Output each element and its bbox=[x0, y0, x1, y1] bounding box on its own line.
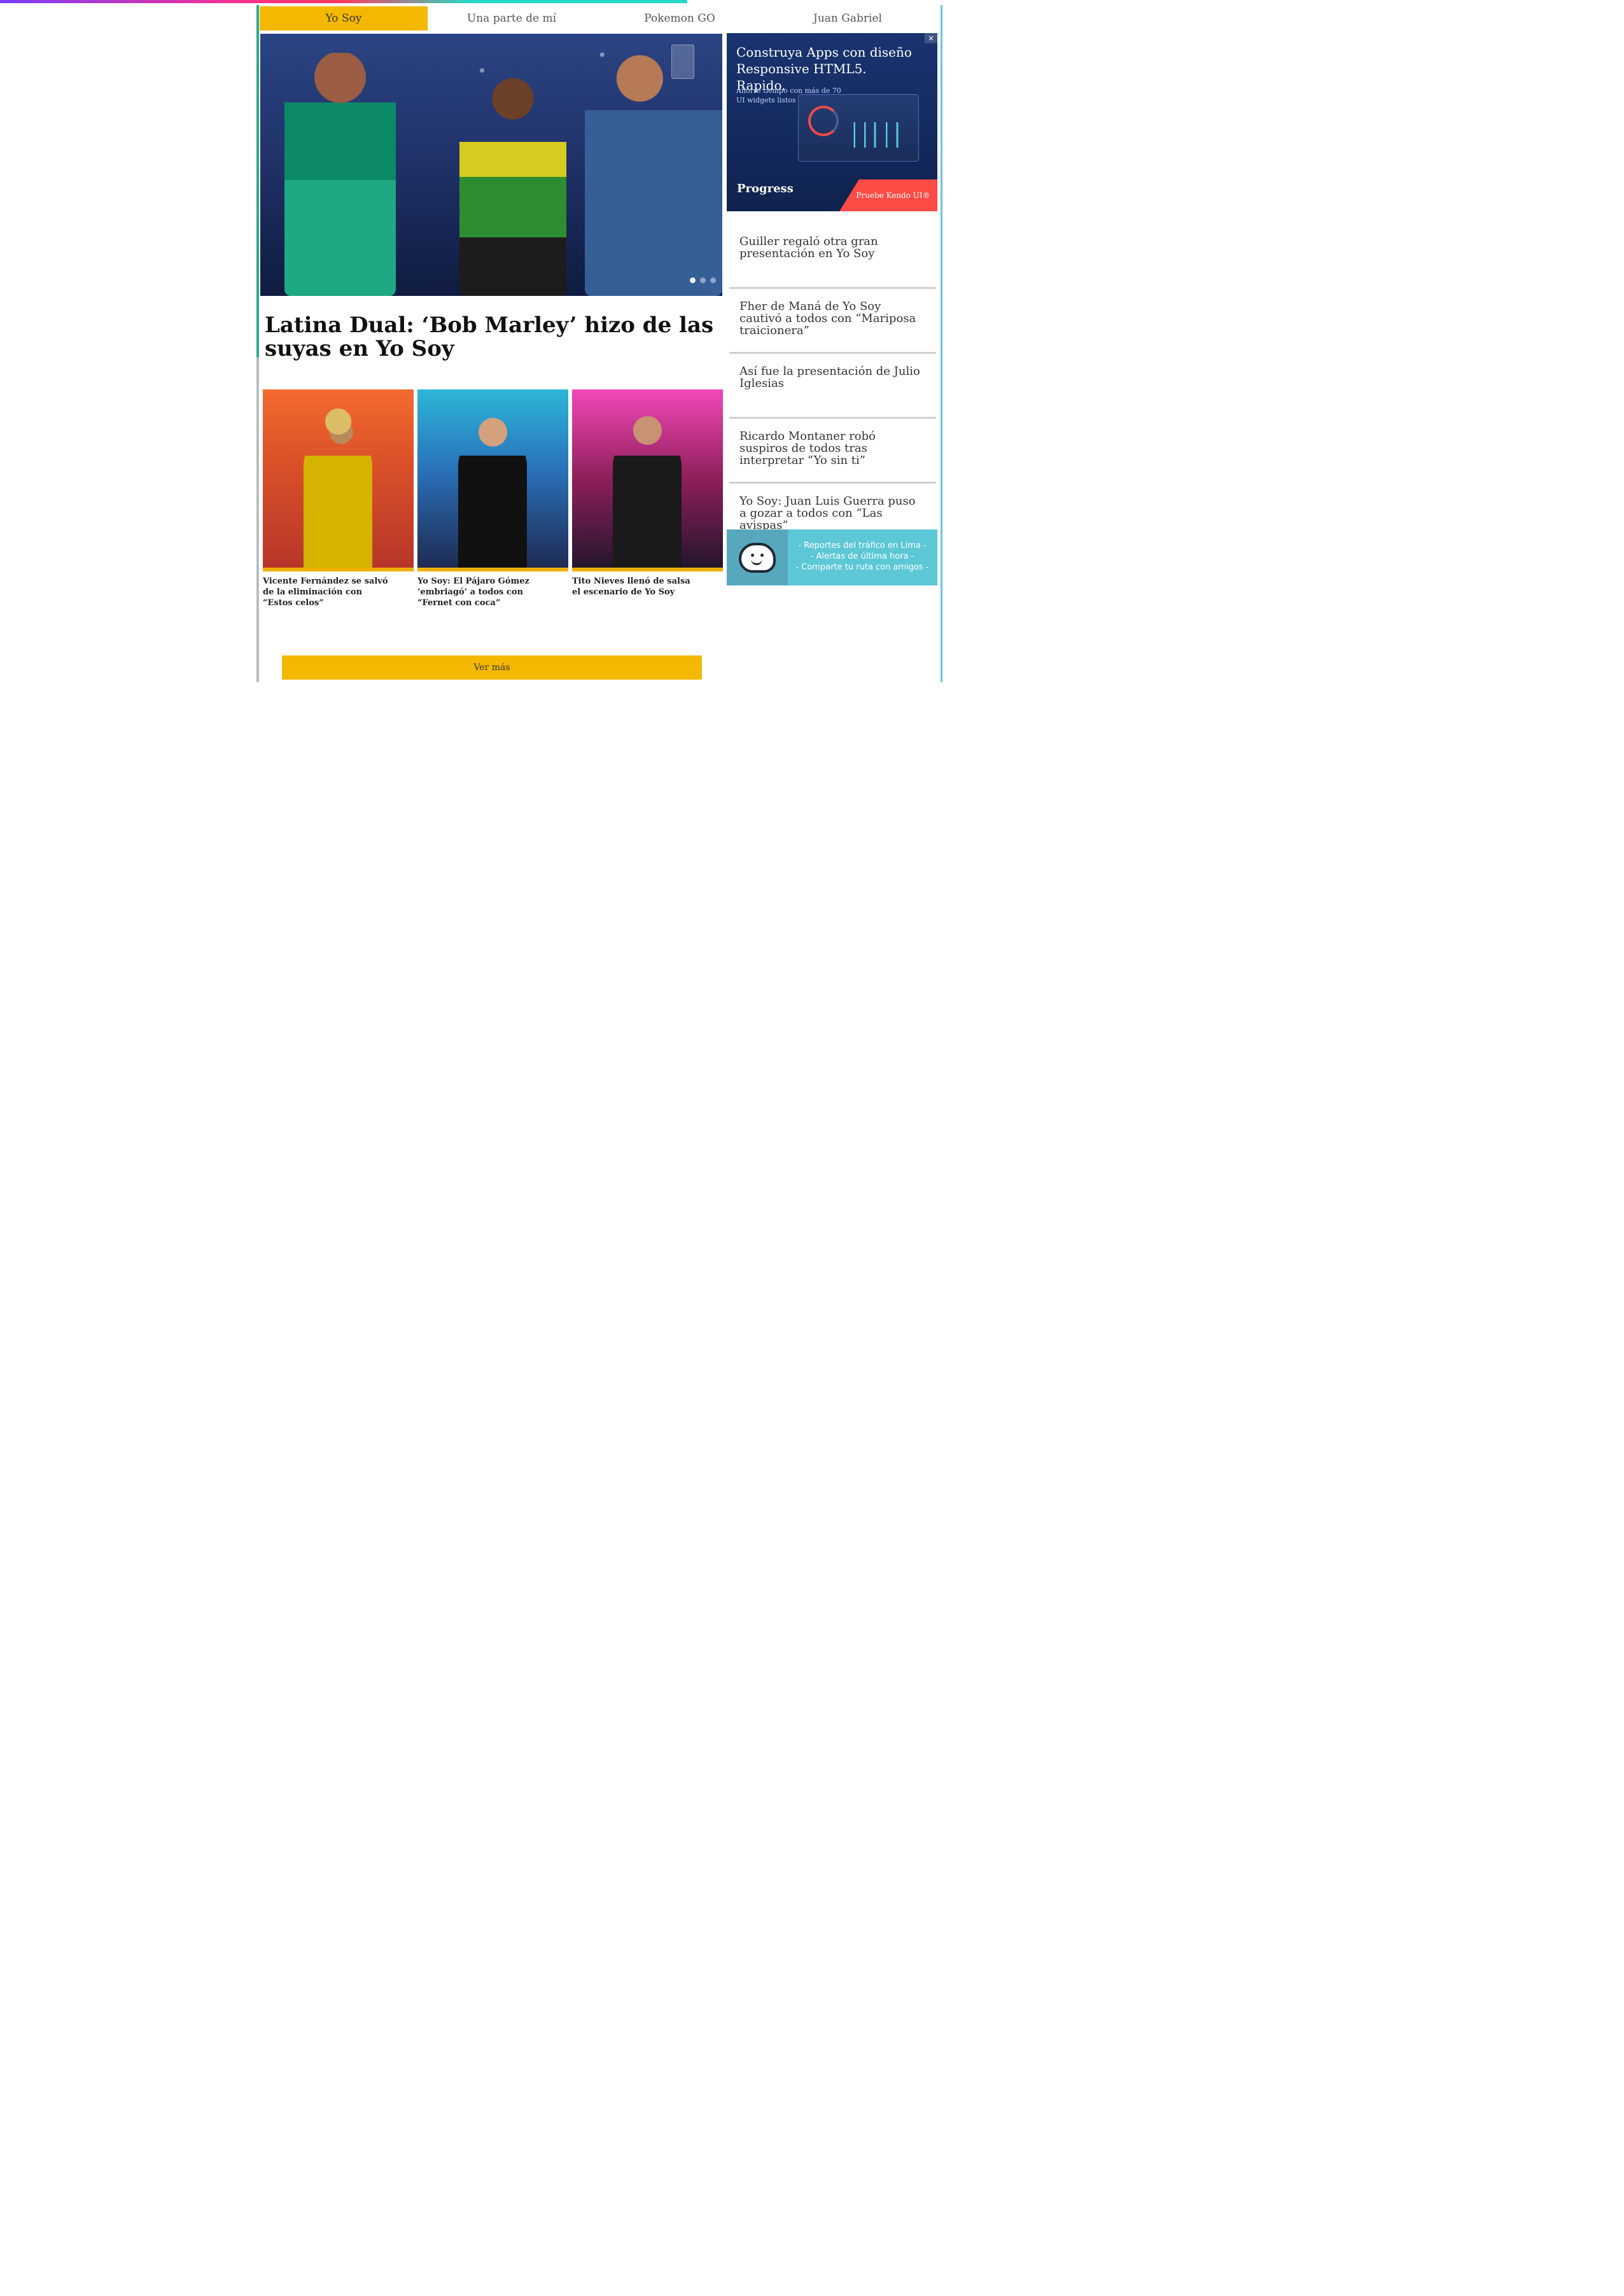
story-card-pajaro-gomez[interactable]: Yo Soy: El Pájaro Gómez ‘embriagó’ a tod… bbox=[417, 389, 568, 608]
waze-banner[interactable]: - Reportes del tráfico en Lima - - Alert… bbox=[727, 529, 937, 585]
waze-icon-container bbox=[727, 529, 788, 585]
left-accent-border bbox=[256, 5, 259, 682]
waze-line-1: - Reportes del tráfico en Lima - bbox=[798, 541, 927, 550]
hero-bob-marley-figure bbox=[459, 72, 566, 296]
related-stories-list: Guiller regaló otra gran presentación en… bbox=[729, 224, 936, 549]
page-shell: Yo Soy Una parte de mí Pokemon GO Juan G… bbox=[256, 5, 942, 682]
slider-dot-3[interactable] bbox=[710, 277, 716, 283]
waze-text: - Reportes del tráfico en Lima - - Alert… bbox=[795, 540, 929, 573]
progress-logo: Progress bbox=[737, 182, 794, 195]
tab-yo-soy[interactable]: Yo Soy bbox=[260, 6, 428, 31]
hero-logo-mark bbox=[671, 45, 694, 79]
slider-dot-2[interactable] bbox=[700, 277, 706, 283]
see-more-button[interactable]: Ver más bbox=[282, 655, 702, 680]
waze-line-3: - Comparte tu ruta con amigos - bbox=[795, 563, 929, 572]
story-card-figure bbox=[458, 431, 527, 568]
featured-headline[interactable]: Latina Dual: ‘Bob Marley’ hizo de las su… bbox=[265, 313, 719, 361]
story-card-image bbox=[263, 389, 414, 571]
story-card-image bbox=[417, 389, 568, 571]
slider-dots bbox=[690, 277, 716, 283]
story-card-figure bbox=[613, 431, 682, 568]
top-category-nav: Yo Soy Una parte de mí Pokemon GO Juan G… bbox=[260, 6, 941, 31]
progress-ad[interactable]: × Construya Apps con diseño Responsive H… bbox=[727, 33, 937, 211]
hero-woman-figure bbox=[284, 53, 396, 296]
related-story-1[interactable]: Guiller regaló otra gran presentación en… bbox=[729, 224, 936, 289]
waze-line-2: - Alertas de última hora - bbox=[810, 552, 914, 561]
tab-pokemon-go[interactable]: Pokemon GO bbox=[596, 6, 764, 31]
story-cards: Vicente Fernández se salvó de la elimina… bbox=[263, 389, 723, 608]
slider-dot-active[interactable] bbox=[690, 277, 696, 283]
ad-dashboard-illustration bbox=[798, 94, 919, 162]
story-card-figure bbox=[304, 431, 372, 568]
tab-una-parte-de-mi[interactable]: Una parte de mí bbox=[428, 6, 596, 31]
ad-cta-button[interactable]: Pruebe Kendo UI® bbox=[839, 179, 937, 211]
story-card-caption: Yo Soy: El Pájaro Gómez ‘embriagó’ a tod… bbox=[417, 577, 529, 608]
waze-icon bbox=[739, 542, 776, 573]
story-card-tito-nieves[interactable]: Tito Nieves llenó de salsa el escenario … bbox=[572, 389, 723, 608]
featured-slider[interactable] bbox=[260, 34, 722, 296]
related-story-3[interactable]: Así fue la presentación de Julio Iglesia… bbox=[729, 354, 936, 419]
story-card-vicente[interactable]: Vicente Fernández se salvó de la elimina… bbox=[263, 389, 414, 608]
story-card-caption: Vicente Fernández se salvó de la elimina… bbox=[263, 577, 388, 608]
waze-smile-icon bbox=[751, 558, 762, 565]
tab-juan-gabriel[interactable]: Juan Gabriel bbox=[764, 6, 932, 31]
hero-host-figure bbox=[585, 52, 722, 296]
right-accent-border bbox=[941, 5, 942, 682]
related-story-4[interactable]: Ricardo Montaner robó suspiros de todos … bbox=[729, 419, 936, 484]
story-card-image bbox=[572, 389, 723, 571]
story-card-caption: Tito Nieves llenó de salsa el escenario … bbox=[572, 577, 690, 597]
ad-close-icon[interactable]: × bbox=[925, 33, 937, 43]
related-story-2[interactable]: Fher de Maná de Yo Soy cautivó a todos c… bbox=[729, 289, 936, 354]
top-color-strip bbox=[0, 0, 687, 3]
